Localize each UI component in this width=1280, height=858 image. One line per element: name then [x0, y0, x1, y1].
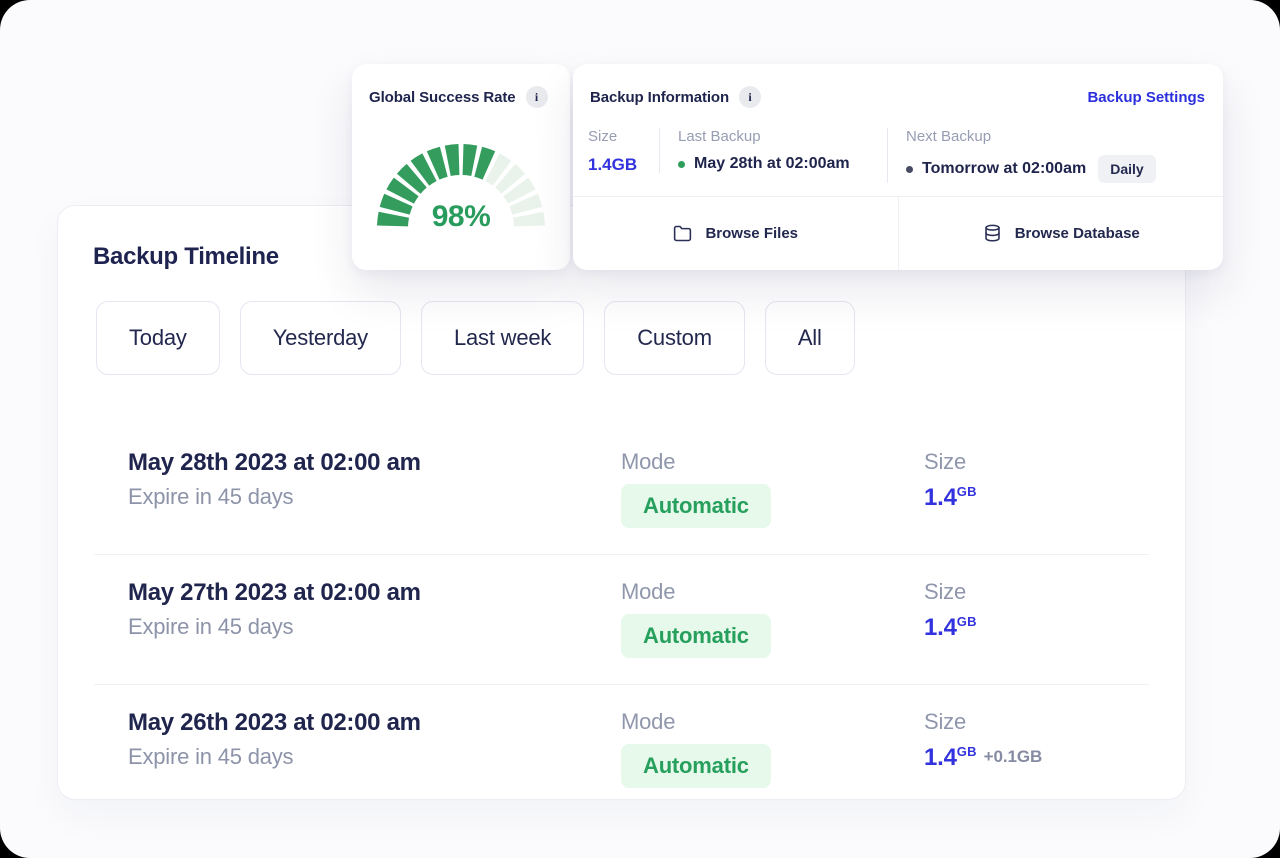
timeline-filters: Today Yesterday Last week Custom All [96, 301, 1185, 375]
stat-next-backup-label: Next Backup [906, 128, 1156, 145]
info-card-footer: Browse Files Browse Database [573, 196, 1223, 270]
size-number: 1.4 [924, 484, 957, 511]
mode-badge: Automatic [621, 614, 771, 658]
stat-next-backup-value: Tomorrow at 02:00am Daily [906, 155, 1156, 183]
backup-row: May 26th 2023 at 02:00 am Expire in 45 d… [94, 684, 1149, 814]
stat-size-label: Size [588, 128, 659, 145]
browse-files-button[interactable]: Browse Files [573, 197, 898, 270]
filter-custom-button[interactable]: Custom [604, 301, 745, 375]
filter-all-button[interactable]: All [765, 301, 855, 375]
info-icon[interactable]: i [526, 86, 548, 108]
backup-stats-row: Size 1.4GB Last Backup May 28th at 02:00… [573, 108, 1223, 183]
backup-timeline-card: Backup Timeline Today Yesterday Last wee… [57, 205, 1186, 800]
browse-database-button[interactable]: Browse Database [898, 197, 1224, 270]
backup-expiry: Expire in 45 days [128, 614, 621, 640]
mode-label: Mode [621, 709, 924, 735]
backup-information-card: Backup Information i Backup Settings Siz… [573, 64, 1223, 270]
stat-size-value: 1.4GB [588, 155, 659, 175]
size-value: 1.4GB [924, 614, 1149, 642]
dark-dot-icon [906, 166, 913, 173]
size-unit: GB [957, 614, 977, 629]
backup-row-size: Size 1.4GB [924, 449, 1149, 512]
size-number: 1.4 [924, 614, 957, 641]
timeline-rows: May 28th 2023 at 02:00 am Expire in 45 d… [94, 425, 1149, 814]
backup-row-datetime: May 28th 2023 at 02:00 am Expire in 45 d… [128, 449, 621, 510]
stat-last-backup: Last Backup May 28th at 02:00am [659, 128, 887, 173]
filter-today-button[interactable]: Today [96, 301, 220, 375]
mode-badge: Automatic [621, 744, 771, 788]
backup-date: May 26th 2023 at 02:00 am [128, 709, 621, 737]
backup-row-size: Size 1.4GB [924, 579, 1149, 642]
browse-database-label: Browse Database [1015, 225, 1140, 242]
database-icon [982, 223, 1003, 244]
backup-row-mode: Mode Automatic [621, 579, 924, 658]
size-unit: GB [957, 484, 977, 499]
size-delta: +0.1GB [984, 747, 1042, 766]
folder-icon [672, 223, 693, 244]
backup-settings-link[interactable]: Backup Settings [1087, 89, 1205, 106]
size-value: 1.4GB +0.1GB [924, 744, 1149, 772]
backup-row-size: Size 1.4GB +0.1GB [924, 709, 1149, 772]
gauge-value: 98% [376, 200, 546, 234]
size-label: Size [924, 449, 1149, 475]
backup-row-datetime: May 26th 2023 at 02:00 am Expire in 45 d… [128, 709, 621, 770]
mode-label: Mode [621, 449, 924, 475]
mode-badge: Automatic [621, 484, 771, 528]
info-card-title: Backup Information [590, 89, 729, 106]
browse-files-label: Browse Files [705, 225, 798, 242]
stat-next-backup-text: Tomorrow at 02:00am [922, 160, 1086, 178]
success-card-title: Global Success Rate [369, 89, 516, 106]
size-number: 1.4 [924, 744, 957, 771]
success-card-header: Global Success Rate i [352, 64, 570, 108]
stat-last-backup-value: May 28th at 02:00am [678, 155, 887, 173]
backup-row: May 28th 2023 at 02:00 am Expire in 45 d… [94, 425, 1149, 554]
backup-date: May 27th 2023 at 02:00 am [128, 579, 621, 607]
backup-row-mode: Mode Automatic [621, 709, 924, 788]
mode-label: Mode [621, 579, 924, 605]
backup-date: May 28th 2023 at 02:00 am [128, 449, 621, 477]
filter-last-week-button[interactable]: Last week [421, 301, 584, 375]
backup-row: May 27th 2023 at 02:00 am Expire in 45 d… [94, 554, 1149, 684]
filter-yesterday-button[interactable]: Yesterday [240, 301, 401, 375]
size-label: Size [924, 579, 1149, 605]
stat-last-backup-text: May 28th at 02:00am [694, 155, 850, 173]
frequency-badge: Daily [1098, 155, 1155, 183]
backup-row-datetime: May 27th 2023 at 02:00 am Expire in 45 d… [128, 579, 621, 640]
stat-size: Size 1.4GB [588, 128, 659, 175]
backup-dashboard-page: Global Success Rate i 98% Backup Informa… [0, 0, 1280, 858]
info-card-header: Backup Information i Backup Settings [573, 64, 1223, 108]
stat-last-backup-label: Last Backup [678, 128, 887, 145]
backup-expiry: Expire in 45 days [128, 744, 621, 770]
stat-next-backup: Next Backup Tomorrow at 02:00am Daily [887, 128, 1156, 183]
size-value: 1.4GB [924, 484, 1149, 512]
size-unit: GB [957, 744, 977, 759]
info-icon[interactable]: i [739, 86, 761, 108]
global-success-rate-card: Global Success Rate i 98% [352, 64, 570, 270]
size-label: Size [924, 709, 1149, 735]
success-rate-gauge: 98% [376, 130, 546, 232]
green-dot-icon [678, 161, 685, 168]
backup-row-mode: Mode Automatic [621, 449, 924, 528]
backup-expiry: Expire in 45 days [128, 484, 621, 510]
